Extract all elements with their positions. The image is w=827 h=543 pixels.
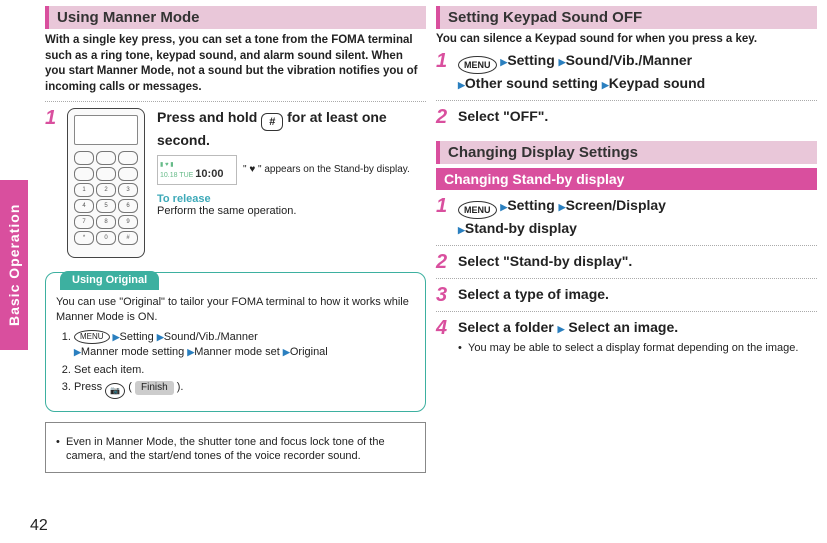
camera-key-icon: 📷 <box>105 383 125 399</box>
right-column: Setting Keypad Sound OFF You can silence… <box>436 6 817 515</box>
step1-text-a: Press and hold <box>157 109 261 125</box>
display-step4-text: Select a folder Select an image. <box>458 318 817 338</box>
to-release-label: To release <box>157 193 426 205</box>
tip1-manner-set: Manner mode set <box>194 346 280 358</box>
left-column: Using Manner Mode With a single key pres… <box>45 6 426 515</box>
intro-keypad-sound: You can silence a Keypad sound for when … <box>436 33 817 45</box>
ks1-keypad: Keypad sound <box>609 75 705 91</box>
heading-display-settings: Changing Display Settings <box>436 141 817 164</box>
keypad-step1-path: MENU Setting Sound/Vib./Manner Other sou… <box>458 51 705 94</box>
to-release-text: Perform the same operation. <box>157 205 426 217</box>
tip3-paren-open: ( <box>128 381 135 393</box>
step-number: 3 <box>436 285 452 305</box>
ks1-setting: Setting <box>507 52 554 68</box>
hash-key-icon: # <box>261 113 283 131</box>
tip1-sound: Sound/Vib./Manner <box>164 331 258 343</box>
menu-icon: MENU <box>458 56 497 74</box>
display-step2-text: Select "Stand-by display". <box>458 252 632 272</box>
subheading-standby-display: Changing Stand-by display <box>436 168 817 190</box>
step-1-title: Press and hold # for at least one second… <box>157 108 426 149</box>
tip-step-1: MENU Setting Sound/Vib./Manner Manner mo… <box>74 330 415 361</box>
step-number: 4 <box>436 318 452 338</box>
note-manner-mode-exceptions: Even in Manner Mode, the shutter tone an… <box>45 422 426 474</box>
standby-time: 10:00 <box>195 168 223 180</box>
keypad-step2-text: Select "OFF". <box>458 107 548 127</box>
ds1-screen: Screen/Display <box>566 197 666 213</box>
ds4-a: Select a folder <box>458 319 554 335</box>
tip1-setting: Setting <box>120 331 154 343</box>
finish-softkey-label: Finish <box>135 381 174 395</box>
tip-body: You can use "Original" to tailor your FO… <box>56 295 415 326</box>
intro-manner-mode: With a single key press, you can set a t… <box>45 33 426 95</box>
tip-using-original: Using Original You can use "Original" to… <box>45 272 426 412</box>
standby-date: 10.18 TUE <box>160 172 193 179</box>
note-text: Even in Manner Mode, the shutter tone an… <box>56 435 415 465</box>
tip-tab-label: Using Original <box>60 271 159 290</box>
page-content: Using Manner Mode With a single key pres… <box>0 0 827 543</box>
step-number: 1 <box>45 108 61 128</box>
display-step1-path: MENU Setting Screen/Display Stand-by dis… <box>458 196 666 239</box>
heading-manner-mode: Using Manner Mode <box>45 6 426 29</box>
step-number: 2 <box>436 107 452 127</box>
menu-icon: MENU <box>74 330 110 344</box>
side-tab-basic-operation: Basic Operation <box>0 180 28 350</box>
display-step4-note: You may be able to select a display form… <box>458 341 817 356</box>
step-number: 1 <box>436 196 452 216</box>
step-number: 1 <box>436 51 452 71</box>
ks1-sound: Sound/Vib./Manner <box>566 52 693 68</box>
ds4-b: Select an image. <box>568 319 678 335</box>
ds1-setting: Setting <box>507 197 554 213</box>
tip1-manner-setting: Manner mode setting <box>81 346 184 358</box>
ds1-standby: Stand-by display <box>465 220 577 236</box>
display-step3-text: Select a type of image. <box>458 285 609 305</box>
phone-illustration: 123 456 789 *0# <box>67 108 145 258</box>
page-number: 42 <box>30 517 48 535</box>
step-1-row: 1 123 456 789 *0# Press and hold <box>45 108 426 258</box>
tip3-paren-close: ). <box>174 381 184 393</box>
step-number: 2 <box>436 252 452 272</box>
heading-keypad-sound-off: Setting Keypad Sound OFF <box>436 6 817 29</box>
standby-annotation: " ♥ " appears on the Stand-by display. <box>243 164 410 176</box>
tip-step-2: Set each item. <box>74 363 415 378</box>
tip-step-3: Press 📷 ( Finish ). <box>74 380 415 399</box>
ks1-other: Other sound setting <box>465 75 598 91</box>
tip1-original: Original <box>290 346 328 358</box>
menu-icon: MENU <box>458 201 497 219</box>
tip3-press: Press <box>74 381 105 393</box>
standby-display-preview: ▮ ♥ ▮ 10.18 TUE 10:00 <box>157 155 237 185</box>
